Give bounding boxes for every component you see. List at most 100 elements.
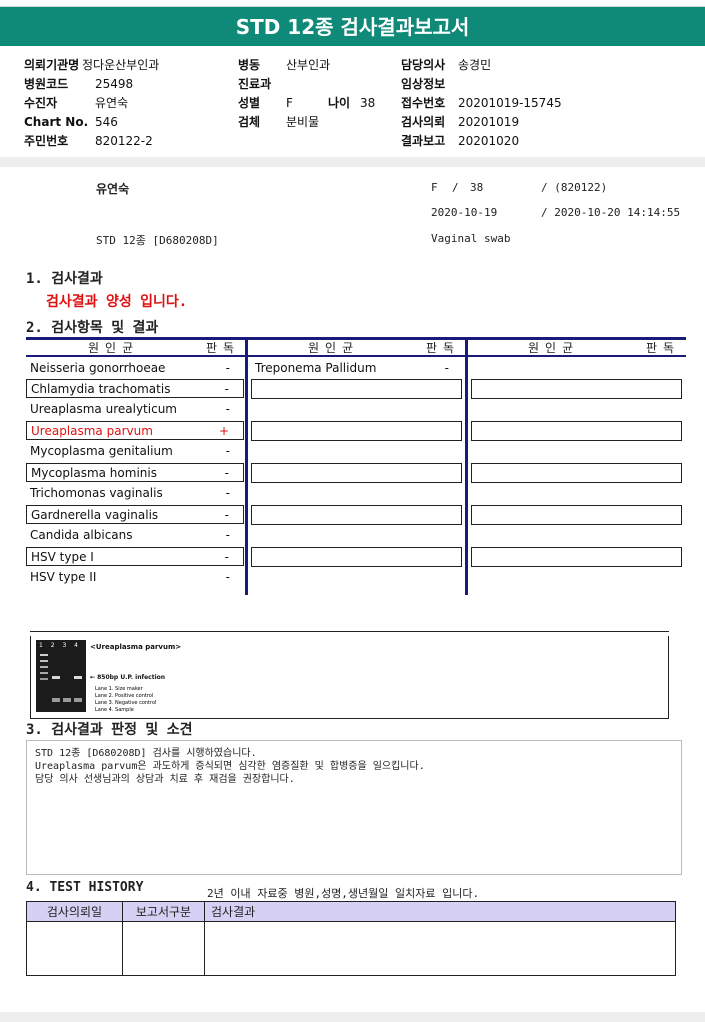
opinion-line: Ureaplasma parvum은 과도하게 증식되면 심각한 염증질환 및 …: [35, 761, 425, 772]
table-row: HSV type II -: [26, 568, 244, 587]
table-row: Neisseria gonorrhoeae -: [26, 359, 244, 378]
label-report-date: 결과보고: [401, 134, 446, 148]
pathogen-name: Trichomonas vaginalis: [30, 486, 163, 500]
pathogen-name: Mycoplasma genitalium: [30, 444, 173, 458]
empty-cell: [251, 379, 462, 399]
gel-legend-item: Lane 1. Size maker: [95, 686, 143, 692]
section1-heading: 1. 검사결과: [26, 271, 103, 287]
summary-name: 유연숙: [96, 182, 130, 196]
opinion-line: STD 12종 [D680208D] 검사를 시행하였습니다.: [35, 748, 257, 759]
gel-band: [74, 676, 82, 679]
judgement-mark: -: [225, 528, 230, 542]
gel-title: <Ureaplasma parvum>: [90, 643, 182, 651]
history-cell: [122, 921, 205, 976]
value-request-date: 20201019: [458, 115, 520, 129]
value-hospital-code: 25498: [95, 77, 134, 91]
label-receipt-no: 접수번호: [401, 96, 446, 110]
value-chart-no: 546: [95, 115, 118, 129]
history-table: 검사의뢰일 보고서구분 검사결과: [26, 901, 676, 976]
col3-pathogen-header: 원인균: [528, 341, 580, 355]
gel-band: [40, 654, 48, 656]
judgement-mark: -: [225, 361, 230, 375]
summary-sex: F: [431, 181, 438, 194]
section1-result: 검사결과 양성 입니다.: [46, 294, 188, 310]
gel-band: [74, 698, 82, 702]
pathogen-name: Mycoplasma hominis: [31, 466, 157, 480]
label-resident-no: 주민번호: [24, 134, 69, 148]
label-clinical-info: 임상정보: [401, 77, 446, 91]
table-row: Trichomonas vaginalis -: [26, 484, 244, 503]
gel-legend-item: Lane 4. Sample: [95, 707, 134, 713]
value-resident-no: 820122-2: [95, 134, 153, 148]
section4-heading: 4. TEST HISTORY: [26, 880, 144, 895]
summary-report-datetime: / 2020-10-20 14:14:55: [541, 206, 681, 219]
pathogen-name: Candida albicans: [30, 528, 133, 542]
gel-band: [52, 676, 60, 679]
judgement-mark: -: [444, 361, 449, 375]
label-sex: 성별: [238, 96, 261, 110]
summary-test-code: STD 12종 [D680208D]: [96, 234, 219, 247]
label-patient: 수진자: [24, 96, 58, 110]
value-doctor: 송경민: [458, 58, 492, 72]
judgement-mark: -: [224, 466, 229, 480]
gel-band: [52, 698, 60, 702]
gel-legend-item: Lane 3. Negative control: [95, 700, 157, 706]
gel-band: [40, 678, 48, 680]
pathogen-name: HSV type I: [31, 550, 94, 564]
gel-band: [40, 666, 48, 668]
judgement-mark: -: [225, 486, 230, 500]
table-row: Mycoplasma hominis -: [26, 463, 244, 482]
history-header-row: 검사의뢰일 보고서구분 검사결과: [26, 901, 676, 922]
table-col-divider-1: [245, 337, 248, 595]
value-patient: 유연숙: [95, 96, 129, 110]
summary-birth: / (820122): [541, 181, 608, 194]
judgement-mark: -: [224, 382, 229, 396]
table-col-divider-2: [465, 337, 468, 595]
judgement-mark: -: [225, 402, 230, 416]
history-cell: [26, 921, 123, 976]
value-age: 38: [360, 96, 376, 110]
col1-pathogen-header: 원인균: [88, 341, 140, 355]
label-doctor: 담당의사: [401, 58, 446, 72]
pathogen-name: Neisseria gonorrhoeae: [30, 361, 166, 375]
label-request-date: 검사의뢰: [401, 115, 446, 129]
label-institution: 의뢰기관명: [24, 58, 80, 72]
gel-band: [40, 672, 48, 674]
summary-separator: /: [452, 181, 459, 194]
col1-judgement-header: 판독: [206, 341, 241, 355]
history-note: 2년 이내 자료중 병원,성명,생년월일 일치자료 입니다.: [207, 887, 480, 900]
label-chart-no: Chart No.: [24, 115, 89, 129]
judgement-mark: -: [225, 570, 230, 584]
section3-heading: 3. 검사결과 판정 및 소견: [26, 722, 193, 738]
gel-legend-item: Lane 2. Positive control: [95, 693, 154, 699]
empty-cell: [471, 421, 682, 441]
pathogen-name: Treponema Pallidum: [255, 361, 377, 375]
label-age: 나이: [328, 96, 351, 110]
label-clinic: 진료과: [238, 77, 272, 91]
opinion-box: STD 12종 [D680208D] 검사를 시행하였습니다. Ureaplas…: [26, 740, 682, 875]
pathogen-name: Ureaplasma urealyticum: [30, 402, 177, 416]
gel-photo: 1 2 3 4: [36, 640, 86, 712]
value-specimen: 분비물: [286, 115, 320, 129]
empty-cell: [471, 463, 682, 483]
summary-age: 38: [470, 181, 484, 194]
header-left: 의뢰기관명 정다운산부인과 병원코드 25498 수진자 유연숙 Chart No. 5…: [24, 56, 159, 151]
table-row: Mycoplasma genitalium -: [26, 442, 244, 461]
judgement-mark: +: [218, 424, 229, 438]
empty-cell: [471, 547, 682, 567]
gel-band: [40, 660, 48, 662]
value-report-date: 20201020: [458, 134, 520, 148]
col2-pathogen-header: 원인균: [308, 341, 360, 355]
label-specimen: 검체: [238, 115, 261, 129]
value-ward: 산부인과: [286, 58, 331, 72]
empty-cell: [471, 379, 682, 399]
label-hospital-code: 병원코드: [24, 77, 69, 91]
section2-heading: 2. 검사항목 및 결과: [26, 320, 159, 336]
divider-band: [0, 157, 705, 167]
header-middle: 병동 산부인과 진료과 성별 F 나이 38 검체 분비물: [238, 56, 388, 151]
value-sex: F: [286, 96, 293, 110]
table-row: Candida albicans -: [26, 526, 244, 545]
value-receipt-no: 20201019-15745: [458, 96, 562, 110]
value-institution: 정다운산부인과: [82, 58, 160, 72]
table-row: Chlamydia trachomatis -: [26, 379, 244, 398]
